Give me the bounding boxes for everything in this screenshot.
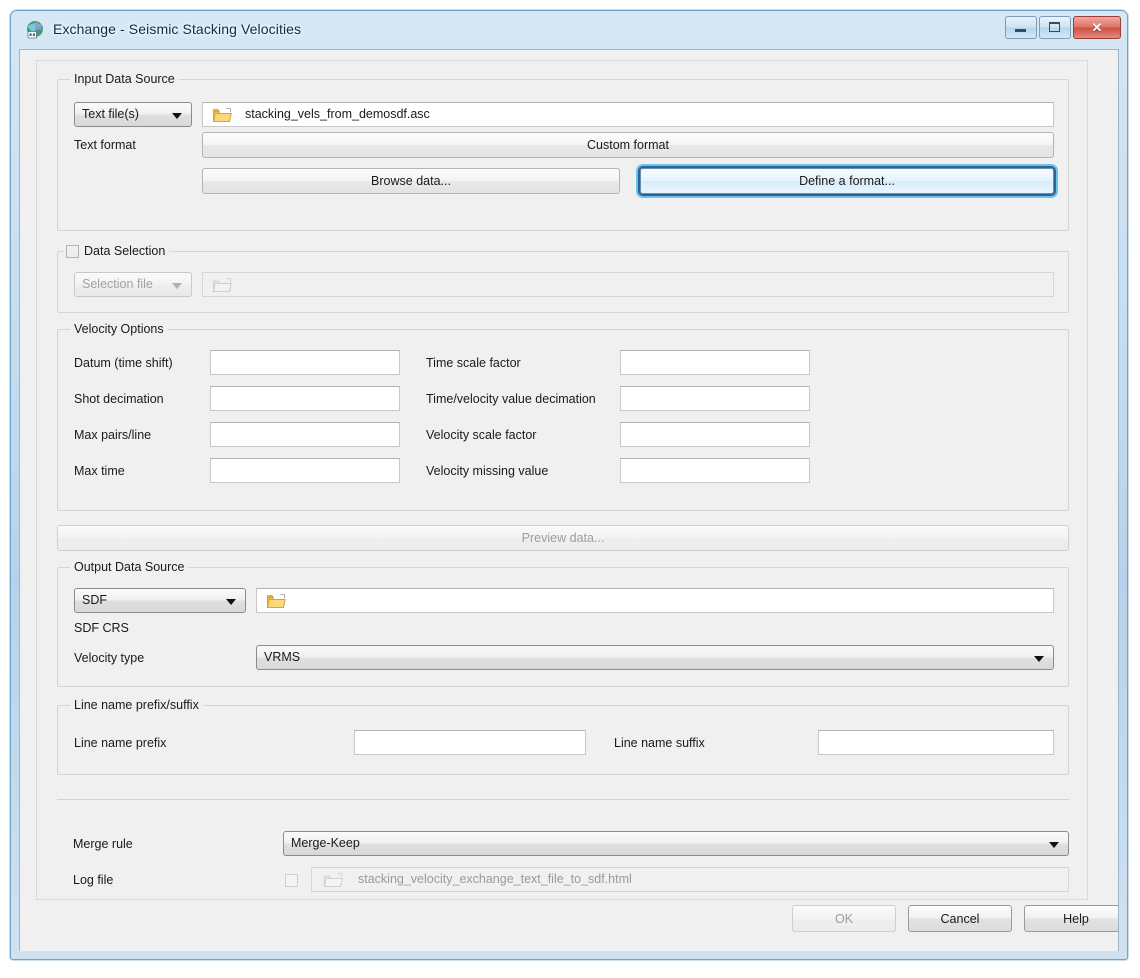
preview-data-button: Preview data... — [57, 525, 1069, 551]
velocity-missing-value-label: Velocity missing value — [426, 464, 549, 478]
input-file-path-field[interactable]: stacking_vels_from_demosdf.asc — [202, 102, 1054, 127]
log-file-label: Log file — [73, 873, 114, 887]
maximize-button[interactable] — [1039, 16, 1071, 39]
group-input-data-source-legend: Input Data Source — [70, 72, 179, 86]
footer-divider — [57, 799, 1069, 800]
group-velocity-options: Velocity Options Datum (time shift) Shot… — [57, 322, 1069, 511]
input-source-type-value: Text file(s) — [82, 107, 139, 121]
chevron-down-icon — [226, 598, 236, 605]
minimize-button[interactable] — [1005, 16, 1037, 39]
max-time-label: Max time — [74, 464, 125, 478]
window-chrome: Exchange - Seismic Stacking Velocities ✕… — [11, 11, 1127, 959]
selection-file-type-value: Selection file — [82, 277, 153, 291]
text-format-label: Text format — [74, 138, 136, 152]
folder-open-icon — [213, 278, 232, 292]
datum-time-shift-label: Datum (time shift) — [74, 356, 173, 370]
time-scale-factor-input[interactable] — [620, 350, 810, 375]
velocity-type-value: VRMS — [264, 650, 301, 664]
merge-rule-value: Merge-Keep — [291, 836, 360, 850]
chevron-down-icon — [172, 282, 182, 289]
group-data-selection: Data Selection Selection file — [57, 244, 1069, 313]
max-time-input[interactable] — [210, 458, 400, 483]
chevron-down-icon — [1034, 655, 1044, 662]
dialog-window: Exchange - Seismic Stacking Velocities ✕… — [10, 10, 1128, 960]
output-target-type-value: SDF — [82, 593, 107, 607]
dialog-client-area: Input Data Source Text file(s) stacking_… — [19, 49, 1119, 951]
input-source-type-combo[interactable]: Text file(s) — [74, 102, 192, 127]
selection-file-type-combo: Selection file — [74, 272, 192, 297]
log-file-path-value: stacking_velocity_exchange_text_file_to_… — [358, 872, 632, 886]
browse-data-button[interactable]: Browse data... — [202, 168, 620, 194]
max-pairs-per-line-input[interactable] — [210, 422, 400, 447]
title-bar[interactable]: Exchange - Seismic Stacking Velocities ✕ — [11, 11, 1127, 49]
line-name-prefix-label: Line name prefix — [74, 736, 167, 750]
max-pairs-per-line-label: Max pairs/line — [74, 428, 152, 442]
log-file-checkbox[interactable] — [285, 873, 298, 888]
folder-open-icon — [324, 873, 343, 887]
group-line-name: Line name prefix/suffix Line name prefix… — [57, 698, 1069, 775]
define-a-format-button[interactable]: Define a format... — [640, 168, 1054, 194]
velocity-type-combo[interactable]: VRMS — [256, 645, 1054, 670]
selection-file-path-field — [202, 272, 1054, 297]
dialog-button-bar: OK Cancel Help — [20, 889, 1118, 951]
close-button[interactable]: ✕ — [1073, 16, 1121, 39]
log-file-checkbox-box — [285, 874, 298, 888]
velocity-missing-value-input[interactable] — [620, 458, 810, 483]
input-file-path-value: stacking_vels_from_demosdf.asc — [245, 107, 430, 121]
merge-rule-label: Merge rule — [73, 837, 133, 851]
group-line-name-legend: Line name prefix/suffix — [70, 698, 203, 712]
velocity-scale-factor-input[interactable] — [620, 422, 810, 447]
data-selection-label: Data Selection — [84, 244, 166, 258]
output-target-type-combo[interactable]: SDF — [74, 588, 246, 613]
velocity-scale-factor-label: Velocity scale factor — [426, 428, 537, 442]
shot-decimation-label: Shot decimation — [74, 392, 164, 406]
sdf-crs-label: SDF CRS — [74, 621, 129, 635]
line-name-suffix-label: Line name suffix — [614, 736, 705, 750]
app-globe-icon — [25, 20, 45, 40]
minimize-icon — [1015, 29, 1026, 32]
group-output-data-source: Output Data Source SDF SDF CRS Velocity … — [57, 560, 1069, 687]
output-file-path-field[interactable] — [256, 588, 1054, 613]
line-name-suffix-input[interactable] — [818, 730, 1054, 755]
time-velocity-value-decimation-label: Time/velocity value decimation — [426, 392, 596, 406]
group-input-data-source: Input Data Source Text file(s) stacking_… — [57, 72, 1069, 231]
dialog-content-frame: Input Data Source Text file(s) stacking_… — [36, 60, 1088, 900]
maximize-icon — [1049, 22, 1060, 32]
help-button[interactable]: Help — [1024, 905, 1118, 932]
time-velocity-value-decimation-input[interactable] — [620, 386, 810, 411]
data-selection-checkbox[interactable] — [66, 244, 79, 258]
velocity-type-label: Velocity type — [74, 651, 145, 665]
group-data-selection-legend[interactable]: Data Selection — [64, 244, 170, 258]
close-icon: ✕ — [1091, 20, 1103, 35]
chevron-down-icon — [1049, 841, 1059, 848]
ok-button[interactable]: OK — [792, 905, 896, 932]
group-velocity-options-legend: Velocity Options — [70, 322, 168, 336]
merge-rule-combo[interactable]: Merge-Keep — [283, 831, 1069, 856]
datum-time-shift-input[interactable] — [210, 350, 400, 375]
chevron-down-icon — [172, 112, 182, 119]
shot-decimation-input[interactable] — [210, 386, 400, 411]
folder-open-icon[interactable] — [267, 594, 286, 608]
time-scale-factor-label: Time scale factor — [426, 356, 521, 370]
custom-format-button[interactable]: Custom format — [202, 132, 1054, 158]
folder-open-icon[interactable] — [213, 108, 232, 122]
window-title: Exchange - Seismic Stacking Velocities — [53, 21, 302, 37]
cancel-button[interactable]: Cancel — [908, 905, 1012, 932]
window-controls: ✕ — [1005, 16, 1121, 39]
line-name-prefix-input[interactable] — [354, 730, 586, 755]
group-output-data-source-legend: Output Data Source — [70, 560, 189, 574]
